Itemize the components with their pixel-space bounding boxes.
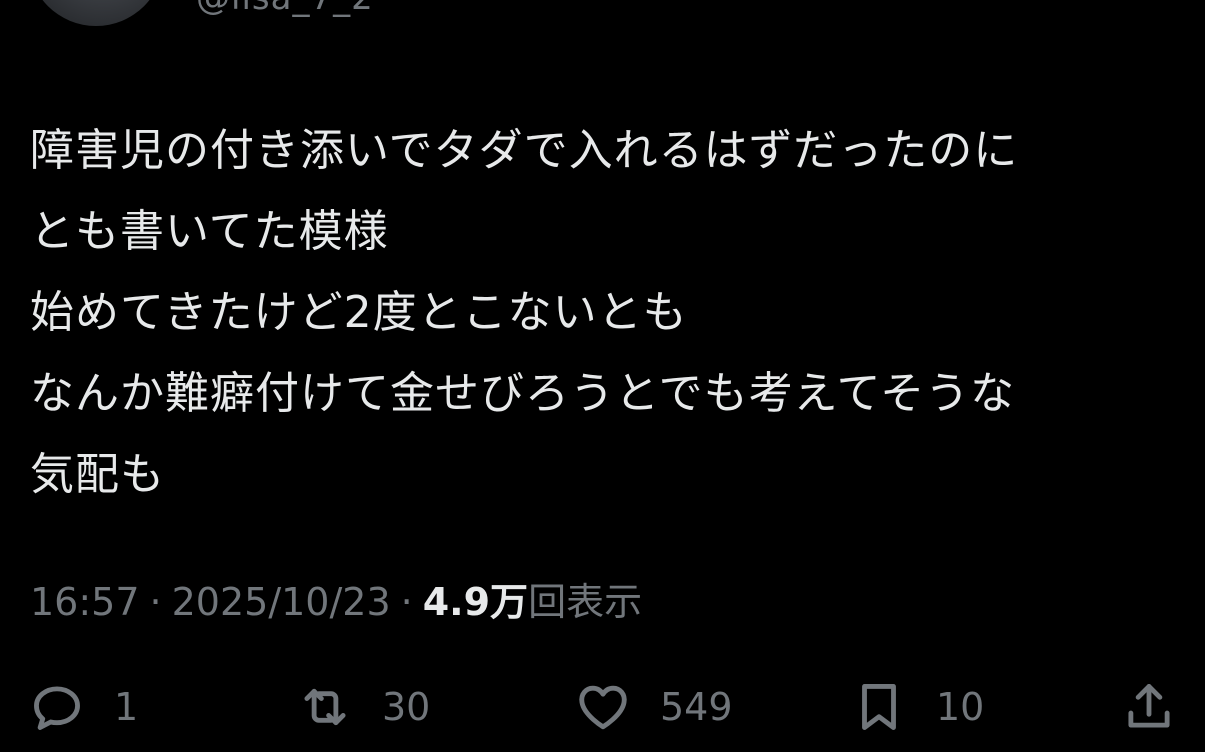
share-icon (1128, 684, 1170, 728)
reply-count: 1 (114, 685, 139, 729)
repost-button[interactable]: 30 (296, 672, 430, 742)
views-count[interactable]: 4.9万 (423, 580, 528, 624)
tweet-line: なんか難癖付けて金せびろうとでも考えてそうな (30, 368, 1016, 419)
reply-button[interactable]: 1 (28, 672, 138, 742)
bookmark-button[interactable]: 10 (850, 672, 984, 742)
share-button[interactable] (1120, 672, 1178, 742)
tweet-time[interactable]: 16:57 (30, 580, 140, 624)
tweet-line: とも書いてた模様 (30, 206, 389, 257)
tweet-text: 障害児の付き添いでタダで入れるはずだったのに とも書いてた模様 始めてきたけど2… (30, 110, 1180, 515)
avatar[interactable] (28, 0, 164, 26)
repost-icon (304, 688, 346, 726)
tweet-line: 気配も (30, 449, 165, 500)
meta-separator: · (149, 580, 162, 624)
action-bar: 1 30 549 10 (0, 672, 1205, 742)
repost-count: 30 (382, 685, 431, 729)
views-label: 回表示 (528, 580, 643, 624)
heart-icon (579, 685, 627, 730)
tweet-date[interactable]: 2025/10/23 (172, 580, 391, 624)
reply-icon (34, 686, 80, 730)
tweet-line: 障害児の付き添いでタダで入れるはずだったのに (30, 125, 1019, 176)
like-count: 549 (660, 685, 733, 729)
author-handle[interactable]: @lisa_7_2 (196, 0, 374, 18)
meta-separator: · (400, 580, 413, 624)
tweet-meta: 16:57 · 2025/10/23 · 4.9万回表示 (30, 574, 642, 630)
bookmark-count: 10 (936, 685, 985, 729)
like-button[interactable]: 549 (574, 672, 733, 742)
bookmark-icon (862, 684, 896, 730)
tweet-line: 始めてきたけど2度とこないとも (30, 287, 688, 338)
